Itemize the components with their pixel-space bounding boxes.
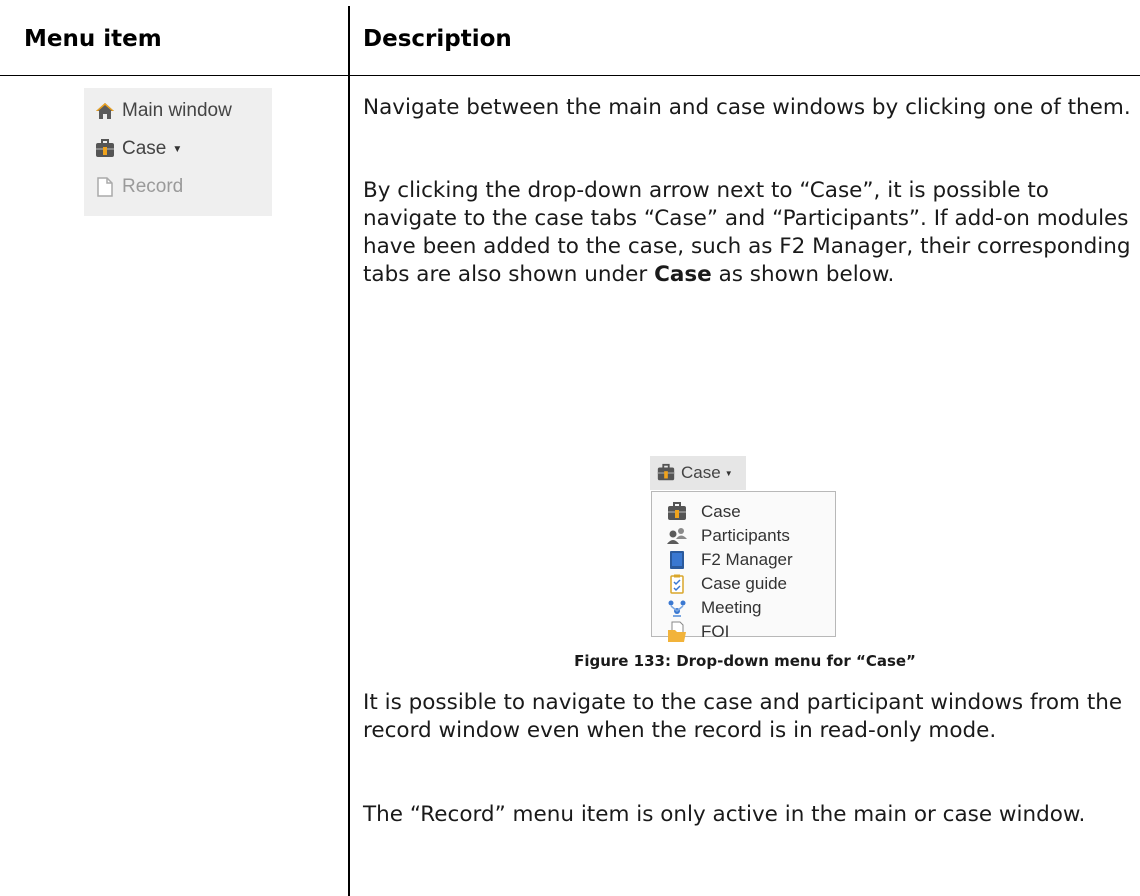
case-button[interactable]: Case ▼ xyxy=(94,136,182,162)
chevron-down-icon: ▼ xyxy=(724,468,733,478)
menu-item-participants[interactable]: Participants xyxy=(666,524,790,548)
header-divider xyxy=(0,75,1140,76)
header-description: Description xyxy=(363,26,512,52)
case-dropdown-button[interactable]: Case ▼ xyxy=(650,456,746,490)
menu-item-foi[interactable]: FOI xyxy=(666,620,729,644)
case-dropdown-label: Case xyxy=(681,463,721,482)
main-window-label: Main window xyxy=(122,100,232,121)
case-label: Case xyxy=(122,138,167,159)
column-divider xyxy=(348,6,350,896)
case-dropdown-menu: Case Participants F2 Manager Case guide … xyxy=(651,491,836,642)
f2-manager-icon xyxy=(666,549,688,571)
menu-item-case-guide[interactable]: Case guide xyxy=(666,572,787,596)
figure-caption: Figure 133: Drop-down menu for “Case” xyxy=(574,652,916,670)
chevron-down-icon[interactable]: ▼ xyxy=(172,144,182,155)
ribbon-navigation-group: Main window Case ▼ Record xyxy=(84,88,272,216)
main-window-button[interactable]: Main window xyxy=(94,98,232,124)
bold-case: Case xyxy=(654,262,712,287)
record-button[interactable]: Record xyxy=(94,174,183,200)
description-paragraph-3: It is possible to navigate to the case a… xyxy=(363,690,1123,743)
folder-document-icon xyxy=(666,621,688,643)
case-icon xyxy=(94,138,116,160)
menu-item-meeting[interactable]: Meeting xyxy=(666,596,761,620)
home-icon xyxy=(94,100,116,122)
description-paragraph-2: By clicking the drop-down arrow next to … xyxy=(363,178,1131,287)
case-icon xyxy=(656,463,676,483)
checklist-icon xyxy=(666,573,688,595)
menu-item-case[interactable]: Case xyxy=(666,500,741,524)
document-icon xyxy=(94,176,116,198)
record-label: Record xyxy=(122,176,184,197)
menu-item-f2-manager[interactable]: F2 Manager xyxy=(666,548,793,572)
description-paragraph-1: Navigate between the main and case windo… xyxy=(363,95,1131,120)
participants-icon xyxy=(666,525,688,547)
case-icon xyxy=(666,501,688,523)
meeting-icon xyxy=(666,597,688,619)
header-menu-item: Menu item xyxy=(24,26,162,52)
description-paragraph-4: The “Record” menu item is only active in… xyxy=(363,802,1086,827)
